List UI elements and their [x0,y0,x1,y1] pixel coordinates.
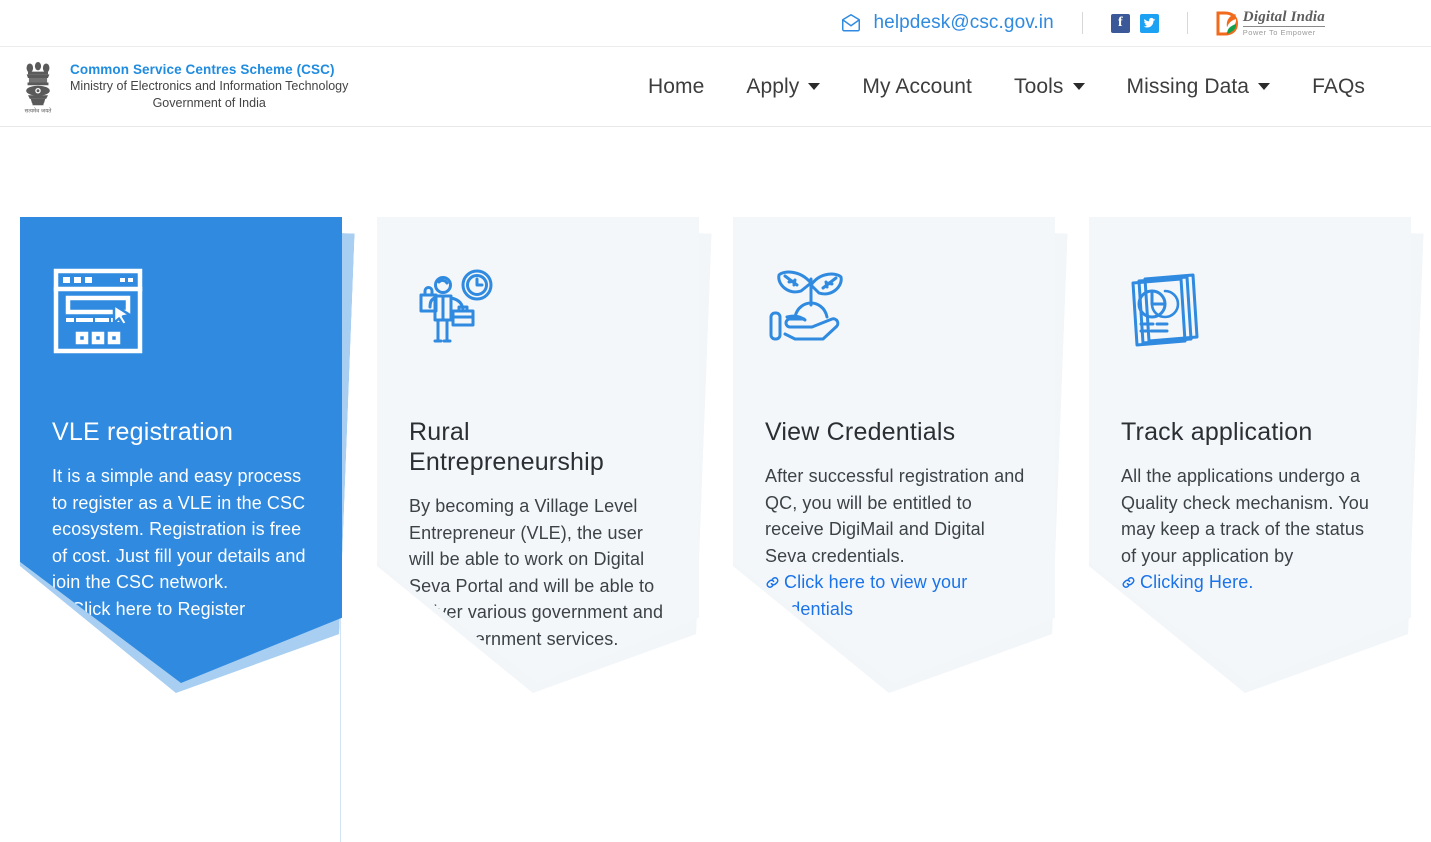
site-header: सत्यमेव जयते Common Service Centres Sche… [0,47,1431,127]
card-content: Track application All the applications u… [1089,217,1411,683]
card-track-application-link-text: Clicking Here. [1140,572,1254,592]
card-body-text: By becoming a Village Level Entrepreneur… [409,496,664,649]
card-rural-entrepreneurship[interactable]: Rural Entrepreneurship By becoming a Vil… [377,217,699,683]
documents-chart-icon [1121,265,1381,361]
card-body-text: All the applications undergo a Quality c… [1121,466,1369,566]
nav-item-faqs[interactable]: FAQs [1291,75,1365,99]
digital-india-text: Digital India Power To Empower [1242,8,1325,37]
facebook-icon[interactable]: f [1110,13,1130,33]
top-utility-bar: helpdesk@csc.gov.in f Digital India Powe… [0,0,1431,47]
nav-item-apply[interactable]: Apply [725,75,841,99]
topbar-content: helpdesk@csc.gov.in f Digital India Powe… [840,8,1325,37]
card-description: It is a simple and easy process to regis… [52,463,312,622]
twitter-icon[interactable] [1139,13,1159,33]
nav-item-tools[interactable]: Tools [993,75,1106,99]
chevron-down-icon [1258,83,1271,90]
chevron-down-icon [808,83,821,90]
brand-text: Common Service Centres Scheme (CSC) Mini… [70,62,348,112]
brand-block[interactable]: सत्यमेव जयते Common Service Centres Sche… [18,58,348,116]
card-content: View Credentials After successful regist… [733,217,1055,683]
link-icon [1121,571,1136,588]
card-register-link-text: Click here to Register [71,598,246,619]
card-track-application[interactable]: Track application All the applications u… [1089,217,1411,683]
nav-label-my-account: My Account [862,74,972,98]
digital-india-tagline: Power To Empower [1242,27,1316,37]
digital-india-title: Digital India [1242,8,1325,27]
card-description: All the applications undergo a Quality c… [1121,463,1381,596]
card-description: After successful registration and QC, yo… [765,463,1025,622]
envelope-icon [840,12,862,34]
link-icon [765,571,780,588]
card-description: By becoming a Village Level Entrepreneur… [409,493,669,652]
card-body-text: It is a simple and easy process to regis… [52,466,306,592]
nav-label-home: Home [647,74,705,98]
digital-india-swirl-icon [1216,11,1239,36]
helpdesk-email-link[interactable]: helpdesk@csc.gov.in [840,12,1054,34]
nav-label-faqs: FAQs [1312,74,1365,98]
main-navigation: Home Apply My Account Tools Missing Data… [627,75,1365,99]
brand-ministry: Ministry of Electronics and Information … [70,78,349,93]
browser-form-icon [52,265,312,361]
helpdesk-email-text: helpdesk@csc.gov.in [873,12,1054,33]
nav-label-missing-data: Missing Data [1126,74,1250,98]
card-track-application-link[interactable]: Clicking Here. [1121,572,1253,592]
card-title: Track application [1121,418,1313,446]
social-links: f [1110,13,1159,33]
card-title: View Credentials [765,418,956,446]
nav-item-my-account[interactable]: My Account [841,75,993,99]
svg-text:सत्यमेव जयते: सत्यमेव जयते [25,107,53,114]
nav-item-missing-data[interactable]: Missing Data [1106,75,1292,99]
card-content: Rural Entrepreneurship By becoming a Vil… [377,217,699,683]
ashoka-emblem-icon: सत्यमेव जयते [18,58,58,116]
nav-label-tools: Tools [1013,74,1064,98]
feature-cards-row: VLE registration It is a simple and easy… [0,127,1431,842]
card-content: VLE registration It is a simple and easy… [20,217,342,683]
brand-government: Government of India [152,95,266,110]
chevron-down-icon [1072,83,1085,90]
entrepreneur-clock-icon [409,265,669,361]
card-body-text: After successful registration and QC, yo… [765,466,1025,566]
card-view-credentials[interactable]: View Credentials After successful regist… [733,217,1055,683]
nav-label-apply: Apply [746,74,800,98]
topbar-separator-2 [1186,12,1188,34]
topbar-separator-1 [1081,12,1083,34]
nav-item-home[interactable]: Home [627,75,725,99]
hand-sprout-icon [765,265,1025,361]
brand-scheme-name: Common Service Centres Scheme (CSC) [70,61,335,77]
card-vle-registration[interactable]: VLE registration It is a simple and easy… [20,217,342,683]
card-title: VLE registration [52,418,234,446]
card-title: Rural Entrepreneurship [409,418,604,476]
digital-india-logo[interactable]: Digital India Power To Empower [1216,8,1325,37]
